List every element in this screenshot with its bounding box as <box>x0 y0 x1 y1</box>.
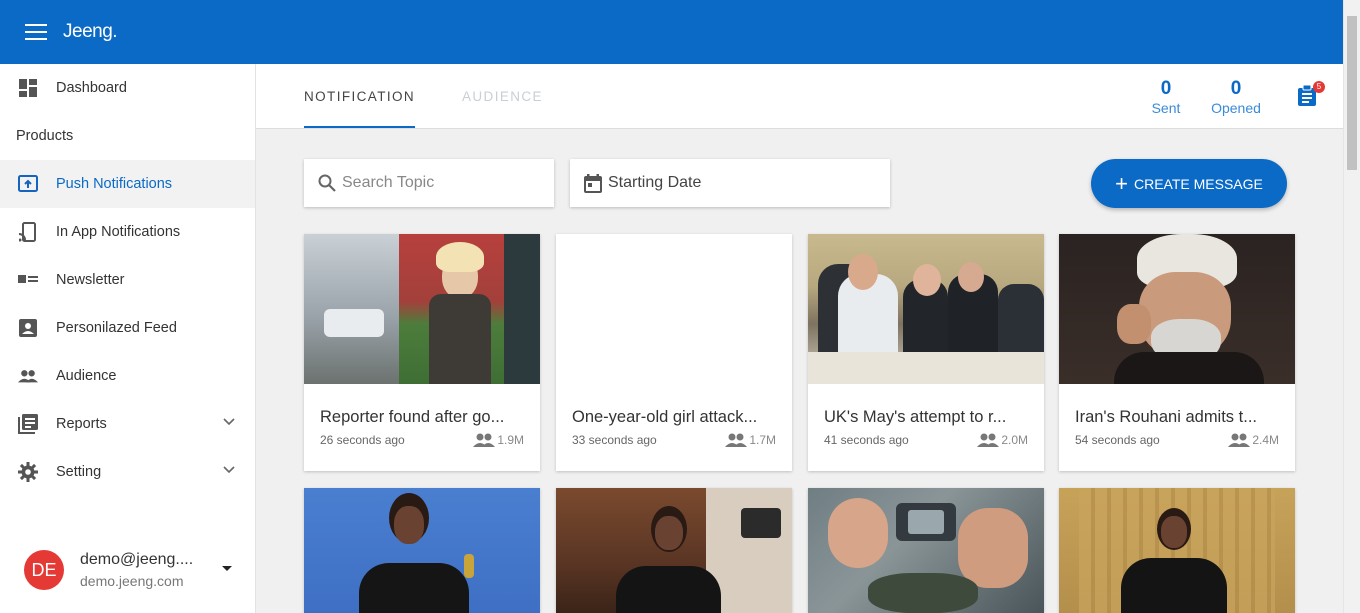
chevron-down-icon[interactable] <box>223 466 235 474</box>
notification-card[interactable] <box>556 488 792 613</box>
card-meta: 33 seconds ago 1.7M <box>556 427 792 447</box>
tab-notification[interactable]: NOTIFICATION <box>304 64 415 128</box>
opened-stat: 0 Opened <box>1206 78 1266 116</box>
sidebar-item-label: Personilazed Feed <box>56 320 177 336</box>
card-meta: 41 seconds ago 2.0M <box>808 427 1044 447</box>
sent-count: 0 <box>1160 78 1172 99</box>
card-title: Reporter found after go... <box>320 408 505 426</box>
user-profile[interactable]: DE demo@jeeng.... demo.jeeng.com <box>0 540 255 600</box>
notification-card[interactable] <box>1059 488 1295 613</box>
cast-device-icon <box>18 222 38 242</box>
create-message-label: CREATE MESSAGE <box>1133 175 1263 192</box>
tab-audience[interactable]: AUDIENCE <box>462 64 543 128</box>
search-icon <box>318 174 336 192</box>
people-icon <box>977 433 1000 447</box>
card-audience-count: 2.4M <box>1252 433 1279 447</box>
sidebar: Dashboard Products Push Notifications In… <box>0 64 256 613</box>
sent-stat: 0 Sent <box>1142 78 1190 116</box>
page-scrollbar[interactable] <box>1343 0 1360 613</box>
sidebar-item-label: In App Notifications <box>56 224 181 240</box>
sidebar-item-personalized-feed[interactable]: Personilazed Feed <box>0 304 255 352</box>
opened-label: Opened <box>1211 100 1261 116</box>
sidebar-item-reports[interactable]: Reports <box>0 400 255 448</box>
user-email: demo@jeeng.... <box>80 551 194 568</box>
push-notification-icon <box>18 174 38 194</box>
people-icon <box>725 433 748 447</box>
user-site: demo.jeeng.com <box>80 573 184 589</box>
card-audience: 2.4M <box>1228 433 1279 447</box>
sidebar-item-label: Reports <box>56 416 107 432</box>
card-audience-count: 2.0M <box>1001 433 1028 447</box>
sidebar-item-dashboard[interactable]: Dashboard <box>0 64 255 112</box>
reports-icon <box>18 414 38 434</box>
card-audience: 2.0M <box>977 433 1028 447</box>
calendar-icon <box>584 173 602 193</box>
card-thumbnail <box>556 488 792 613</box>
card-meta: 26 seconds ago 1.9M <box>304 427 540 447</box>
card-thumbnail <box>808 488 1044 613</box>
starting-date-picker[interactable]: Starting Date <box>570 159 890 207</box>
sidebar-item-label: Setting <box>56 464 102 480</box>
notification-card[interactable] <box>304 488 540 613</box>
sidebar-item-push-notifications[interactable]: Push Notifications <box>0 160 255 208</box>
sidebar-item-audience[interactable]: Audience <box>0 352 255 400</box>
notification-card[interactable]: One-year-old girl attack... 33 seconds a… <box>556 234 792 471</box>
card-timestamp: 54 seconds ago <box>1075 433 1160 447</box>
scrollbar-thumb[interactable] <box>1347 16 1357 170</box>
sidebar-item-label: Newsletter <box>56 272 125 288</box>
sidebar-item-label: Push Notifications <box>56 176 173 192</box>
opened-count: 0 <box>1230 78 1242 99</box>
card-title: UK's May's attempt to r... <box>824 408 1007 426</box>
notification-card[interactable]: UK's May's attempt to r... 41 seconds ag… <box>808 234 1044 471</box>
card-thumbnail <box>1059 488 1295 613</box>
app-bar: Jeeng. <box>0 0 1343 64</box>
sent-label: Sent <box>1151 100 1181 116</box>
people-icon <box>18 366 38 386</box>
card-title: One-year-old girl attack... <box>572 408 758 426</box>
avatar[interactable]: DE <box>24 550 64 590</box>
account-box-icon <box>18 318 38 338</box>
card-meta: 54 seconds ago 2.4M <box>1059 427 1295 447</box>
card-audience-count: 1.7M <box>749 433 776 447</box>
search-input[interactable] <box>342 174 532 192</box>
notification-card[interactable]: Iran's Rouhani admits t... 54 seconds ag… <box>1059 234 1295 471</box>
newsletter-icon <box>18 270 38 290</box>
notification-badge: 5 <box>1313 81 1325 93</box>
card-timestamp: 41 seconds ago <box>824 433 909 447</box>
user-info: demo@jeeng.... demo.jeeng.com <box>80 551 202 589</box>
sidebar-item-label: Dashboard <box>56 80 127 96</box>
menu-icon[interactable] <box>25 24 47 40</box>
sidebar-item-label: Audience <box>56 368 117 384</box>
sidebar-item-setting[interactable]: Setting <box>0 448 255 496</box>
chevron-down-icon[interactable] <box>223 418 235 426</box>
plus-icon: + <box>1115 170 1128 196</box>
dashboard-icon <box>18 78 38 98</box>
card-thumbnail <box>808 234 1044 384</box>
card-thumbnail <box>1059 234 1295 384</box>
card-audience: 1.7M <box>725 433 776 447</box>
card-title: Iran's Rouhani admits t... <box>1075 408 1257 426</box>
people-icon <box>1228 433 1251 447</box>
card-thumbnail <box>304 234 540 384</box>
card-audience: 1.9M <box>473 433 524 447</box>
sidebar-item-in-app-notifications[interactable]: In App Notifications <box>0 208 255 256</box>
app-logo[interactable]: Jeeng. <box>63 21 118 43</box>
starting-date-label: Starting Date <box>608 174 702 191</box>
notification-card[interactable] <box>808 488 1044 613</box>
notification-card[interactable]: Reporter found after go... 26 seconds ag… <box>304 234 540 471</box>
gear-icon <box>18 462 38 482</box>
card-thumbnail <box>556 234 792 384</box>
create-message-button[interactable]: + CREATE MESSAGE <box>1091 159 1287 208</box>
card-thumbnail <box>304 488 540 613</box>
sidebar-section-products: Products <box>16 128 74 144</box>
people-icon <box>473 433 496 447</box>
card-timestamp: 33 seconds ago <box>572 433 657 447</box>
content-header: NOTIFICATION AUDIENCE 0 Sent 0 Opened 5 <box>256 64 1343 129</box>
card-timestamp: 26 seconds ago <box>320 433 405 447</box>
card-audience-count: 1.9M <box>497 433 524 447</box>
search-box[interactable] <box>304 159 554 207</box>
sidebar-item-newsletter[interactable]: Newsletter <box>0 256 255 304</box>
caret-down-icon[interactable] <box>222 566 232 571</box>
